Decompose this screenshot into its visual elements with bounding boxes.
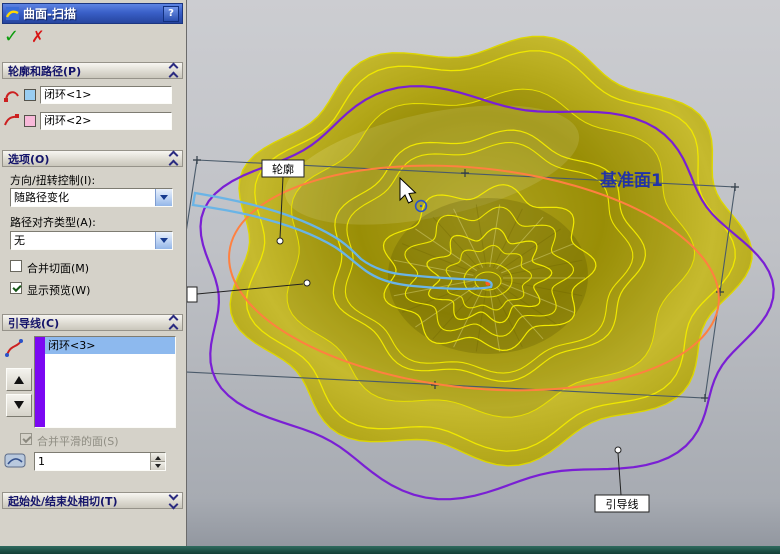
guide-influence-icon: [4, 453, 26, 468]
guide-curve-list-item[interactable]: 闭环<3>: [45, 337, 175, 354]
callout-anchor-dot: [276, 237, 284, 245]
alignment-dropdown[interactable]: 无: [10, 231, 173, 250]
guide-callout-label: 引导线: [606, 497, 639, 511]
path-color-swatch: [24, 115, 36, 127]
surface-sweep-icon: [6, 7, 19, 20]
graphics-viewport[interactable]: 基准面1 轮廓 引导线: [164, 0, 780, 554]
spinner-up-icon[interactable]: [151, 453, 165, 462]
swept-surface[interactable]: [229, 35, 753, 467]
spinner-buttons[interactable]: [150, 453, 165, 470]
profile-selection-field[interactable]: 闭环<1>: [40, 86, 172, 104]
section-header-profile-path[interactable]: 轮廓和路径(P): [2, 62, 183, 81]
section-header-options[interactable]: 选项(O): [2, 150, 183, 169]
merge-tangent-checkbox[interactable]: [10, 260, 22, 272]
solidworks-window: 曲面-扫描 ? ✓ ✗ 轮廓和路径(P) 闭环<1> 闭环<2> 选项(O) 方…: [0, 0, 780, 554]
show-preview-checkbox[interactable]: [10, 282, 22, 294]
move-up-button[interactable]: [6, 368, 32, 391]
path-sketch-icon: [4, 114, 19, 126]
section-header-label: 选项(O): [8, 152, 50, 166]
profile-color-swatch: [24, 89, 36, 101]
viewport-canvas: 基准面1 轮廓 引导线: [164, 35, 775, 513]
show-preview-label: 显示预览(W): [27, 284, 91, 297]
help-button[interactable]: ?: [163, 5, 179, 22]
callout-anchor-dot: [303, 279, 311, 287]
plane-label[interactable]: 基准面1: [599, 170, 663, 191]
collapse-chevron-icon: [168, 314, 179, 333]
up-arrow-icon: [14, 371, 24, 384]
panel-title: 曲面-扫描: [23, 7, 76, 21]
move-down-button[interactable]: [6, 394, 32, 417]
merge-tangent-label: 合并切面(M): [27, 262, 90, 275]
orientation-label: 方向/扭转控制(I):: [10, 174, 96, 187]
orientation-value: 随路径变化: [14, 191, 69, 204]
merge-smooth-label: 合并平滑的面(S): [37, 435, 119, 448]
dropdown-arrow-icon[interactable]: [155, 189, 172, 206]
section-header-guide-curves[interactable]: 引导线(C): [2, 314, 183, 333]
section-header-label: 轮廓和路径(P): [8, 64, 82, 78]
callout-anchor-dot: [614, 446, 622, 454]
profile-callout-label: 轮廓: [272, 162, 294, 176]
panel-titlebar: 曲面-扫描 ?: [2, 3, 183, 24]
clipped-callout-box[interactable]: [186, 286, 198, 303]
dropdown-arrow-icon[interactable]: [155, 232, 172, 249]
alignment-value: 无: [14, 234, 25, 247]
ok-button[interactable]: ✓: [4, 28, 19, 46]
alignment-label: 路径对齐类型(A):: [10, 216, 96, 229]
expand-chevron-icon: [168, 490, 179, 510]
orientation-dropdown[interactable]: 随路径变化: [10, 188, 173, 207]
collapse-chevron-icon: [168, 62, 179, 81]
section-header-label: 引导线(C): [8, 316, 60, 330]
merge-smooth-checkbox: [20, 433, 32, 445]
cancel-button[interactable]: ✗: [31, 29, 44, 45]
section-header-tangency[interactable]: 起始处/结束处相切(T): [2, 490, 183, 510]
property-manager-panel: 曲面-扫描 ? ✓ ✗ 轮廓和路径(P) 闭环<1> 闭环<2> 选项(O) 方…: [0, 0, 187, 554]
profile-sketch-icon: [4, 91, 19, 102]
guide-curves-list[interactable]: 闭环<3>: [34, 336, 176, 428]
influence-value: 1: [38, 455, 45, 468]
path-selection-field[interactable]: 闭环<2>: [40, 112, 172, 130]
guide-curve-icon: [5, 339, 23, 357]
viewport-bottom-edge: [0, 546, 780, 554]
collapse-chevron-icon: [168, 150, 179, 169]
panel-actions: ✓ ✗: [4, 26, 45, 48]
down-arrow-icon: [14, 401, 24, 414]
spinner-down-icon[interactable]: [151, 462, 165, 470]
influence-spinner[interactable]: 1: [34, 452, 166, 471]
section-header-label: 起始处/结束处相切(T): [8, 494, 118, 508]
guide-color-strip: [35, 337, 45, 427]
